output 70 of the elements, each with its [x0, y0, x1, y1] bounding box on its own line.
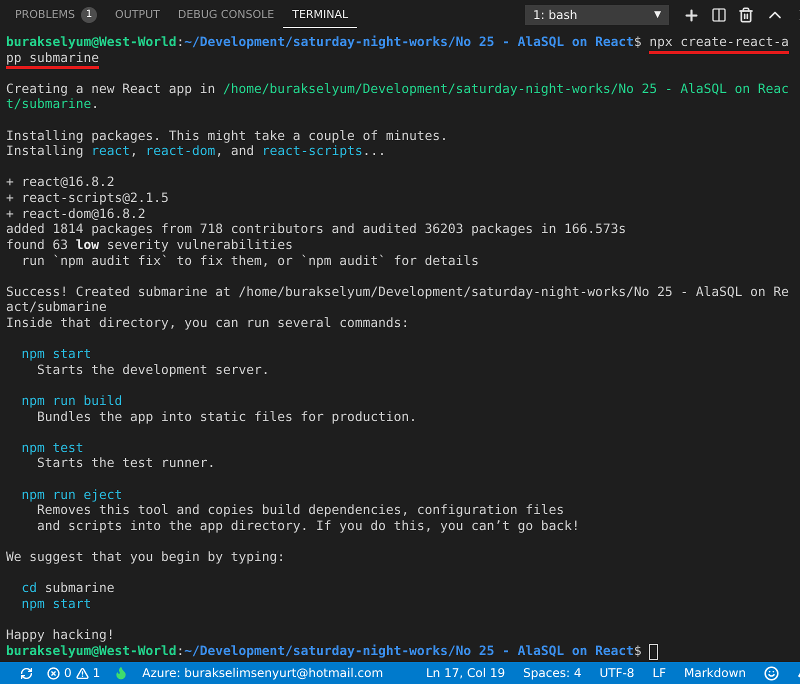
- terminal-text: Success! Created submarine at /home/burakselyum/Development/saturday-night-works/No 25 - AlaSQL on Re: [6, 284, 789, 300]
- panel-tab[interactable]: OUTPUT: [106, 2, 169, 28]
- terminal-text: $: [634, 35, 643, 51]
- terminal-text: $: [634, 644, 643, 660]
- terminal-text: act/submarine: [6, 300, 107, 316]
- terminal-text: :: [176, 35, 184, 51]
- terminal-text: Happy hacking!: [6, 628, 115, 644]
- terminal-text: react-dom: [146, 144, 216, 160]
- language-mode[interactable]: Markdown: [684, 666, 746, 680]
- terminal-select[interactable]: 1: bash ▼: [525, 5, 669, 25]
- terminal-text: found 63: [6, 238, 70, 254]
- terminal-text: react-scripts: [262, 144, 363, 160]
- terminal-text: t/submarine: [6, 97, 92, 114]
- terminal-text: + react-dom@16.8.2: [6, 206, 146, 222]
- terminal-text: Installing: [6, 144, 85, 160]
- indentation[interactable]: Spaces: 4: [523, 666, 582, 680]
- terminal-text: run `npm audit fix` to fix them, or `npm audit` for details: [20, 254, 479, 270]
- terminal-text: ...: [362, 144, 386, 160]
- prompt-user: burakselyum@West-World: [6, 644, 177, 660]
- terminal-text: severity vulnerabilities: [106, 238, 293, 254]
- terminal-text: /home/burakselyum/Development/saturday-night-works/No 25 - AlaSQL on Reac: [223, 82, 789, 98]
- terminal-text: npm test: [20, 440, 84, 456]
- terminal-text: ,: [130, 144, 139, 160]
- panel-tab[interactable]: TERMINAL: [283, 2, 358, 28]
- terminal-text: Starts the development server.: [36, 362, 270, 378]
- error-count[interactable]: 0: [64, 666, 72, 680]
- add-icon[interactable]: [683, 6, 700, 24]
- terminal-text: pp submarine: [6, 50, 100, 70]
- sync-icon[interactable]: [20, 666, 33, 680]
- warning-icon[interactable]: [76, 666, 89, 680]
- terminal-text: Removes this tool and copies build dependencies, configuration files: [36, 503, 564, 519]
- smiley-icon[interactable]: [764, 666, 779, 680]
- error-icon[interactable]: [47, 666, 60, 680]
- terminal-text: We suggest that you begin by typing:: [6, 550, 286, 566]
- warning-count[interactable]: 1: [92, 666, 100, 680]
- trash-icon[interactable]: [738, 7, 754, 23]
- terminal-text: npm start: [20, 347, 92, 363]
- panel-tab[interactable]: PROBLEMS 1: [6, 0, 106, 30]
- terminal-text: , and: [215, 144, 256, 160]
- terminal-text: npx create-react-a: [649, 35, 789, 54]
- terminal-text: + react-scripts@2.1.5: [6, 191, 169, 207]
- prompt-path: ~/Development/saturday-night-works/No 25 - AlaSQL on React: [184, 644, 634, 660]
- panel-tab[interactable]: DEBUG CONSOLE: [168, 2, 284, 28]
- cursor: [649, 644, 658, 660]
- prompt-user: burakselyum@West-World: [6, 35, 177, 51]
- terminal-text: npm run build: [20, 394, 122, 410]
- terminal-text: added 1814 packages from 718 contributors and audited 36203 packages in 166.573s: [6, 222, 626, 238]
- terminal-text: .: [91, 97, 100, 114]
- terminal-text: npm run eject: [20, 488, 122, 504]
- cursor-position[interactable]: Ln 17, Col 19: [426, 666, 506, 680]
- problem-count-badge: 1: [81, 6, 98, 22]
- encoding[interactable]: UTF-8: [599, 666, 634, 680]
- terminal-text: :: [176, 644, 184, 660]
- terminal-text: Creating a new React app in: [6, 82, 216, 98]
- terminal-text: Installing packages. This might take a couple of minutes.: [6, 128, 448, 144]
- line-ending[interactable]: LF: [652, 666, 666, 680]
- prompt-path: ~/Development/saturday-night-works/No 25 - AlaSQL on React: [184, 35, 634, 51]
- terminal-text: react: [91, 144, 130, 160]
- terminal-text: cd: [20, 581, 38, 597]
- terminal-text: low: [76, 238, 100, 254]
- terminal-text: npm start: [20, 596, 92, 613]
- terminal-text: Inside that directory, you can run several commands:: [6, 316, 410, 332]
- flame-icon[interactable]: [114, 666, 128, 680]
- split-icon[interactable]: [711, 7, 727, 23]
- terminal-text: + react@16.8.2: [6, 175, 115, 192]
- terminal-text: Starts the test runner.: [36, 456, 216, 472]
- azure-account[interactable]: Azure: burakselimsenyurt@hotmail.com: [142, 666, 384, 680]
- terminal-text: submarine: [44, 581, 115, 597]
- terminal-text: and scripts into the app directory. If you do this, you can’t go back!: [36, 518, 580, 535]
- terminal-text: Bundles the app into static files for production.: [36, 410, 417, 426]
